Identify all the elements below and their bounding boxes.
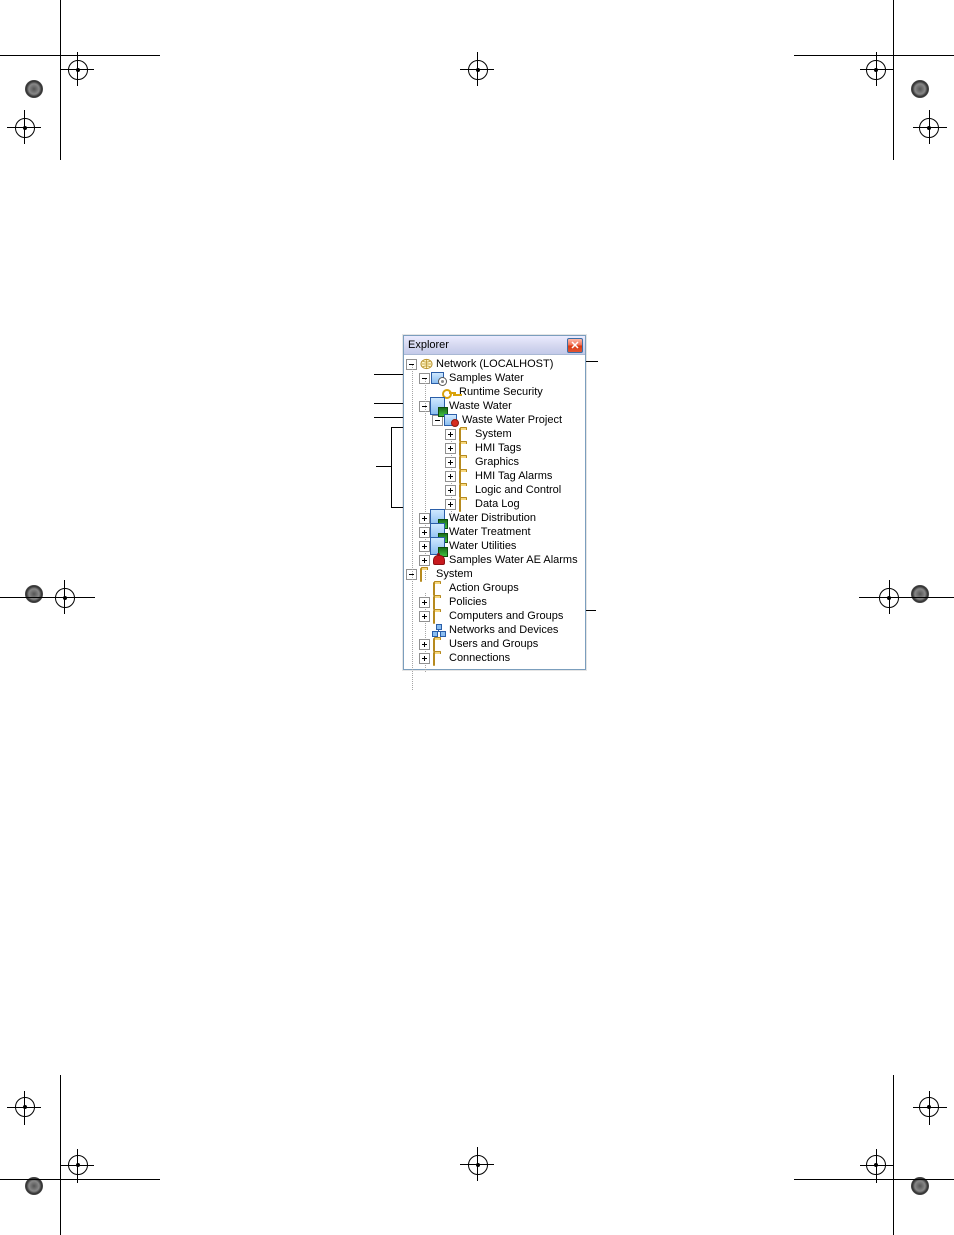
- crop-mark: [844, 560, 954, 640]
- expand-icon[interactable]: [445, 471, 456, 482]
- tree-item-action-groups[interactable]: Action Groups: [406, 581, 585, 595]
- tree-item-label: HMI Tag Alarms: [475, 469, 552, 483]
- tree-item-label: Action Groups: [449, 581, 519, 595]
- tree-item-connections[interactable]: Connections: [406, 651, 585, 665]
- tree-item-label: Water Utilities: [449, 539, 516, 553]
- close-button[interactable]: [567, 338, 583, 353]
- tree-item-wwp-hmi-tag-alarms[interactable]: HMI Tag Alarms: [406, 469, 585, 483]
- tree-item-waste-water-project[interactable]: Waste Water Project: [406, 413, 585, 427]
- folder-icon: [458, 428, 472, 440]
- callout-line: [376, 466, 391, 467]
- folder-open-icon: [419, 568, 433, 580]
- network-device-icon: [432, 624, 446, 636]
- folder-icon: [458, 470, 472, 482]
- folder-icon: [432, 610, 446, 622]
- tree-item-label: Users and Groups: [449, 637, 538, 651]
- tree-item-label: Runtime Security: [459, 385, 543, 399]
- expand-icon[interactable]: [419, 527, 430, 538]
- tree-item-wwp-graphics[interactable]: Graphics: [406, 455, 585, 469]
- tree-item-wwp-logic[interactable]: Logic and Control: [406, 483, 585, 497]
- tree-item-computers-groups[interactable]: Computers and Groups: [406, 609, 585, 623]
- alarm-icon: [432, 554, 446, 566]
- folder-icon: [432, 596, 446, 608]
- tree-item-label: Samples Water: [449, 371, 524, 385]
- tree-item-label: HMI Tags: [475, 441, 521, 455]
- expand-icon[interactable]: [419, 513, 430, 524]
- tree-item-wwp-hmi-tags[interactable]: HMI Tags: [406, 441, 585, 455]
- folder-icon: [432, 638, 446, 650]
- expand-icon[interactable]: [445, 499, 456, 510]
- server-icon: [445, 414, 459, 426]
- tree-item-label: Policies: [449, 595, 487, 609]
- explorer-tree: Network (LOCALHOST) Samples Water Runtim…: [404, 355, 585, 669]
- tree-item-waste-water[interactable]: Waste Water: [406, 399, 585, 413]
- tree-item-label: System: [475, 427, 512, 441]
- expand-icon[interactable]: [445, 457, 456, 468]
- expand-icon[interactable]: [419, 597, 430, 608]
- expand-icon[interactable]: [419, 653, 430, 664]
- folder-icon: [458, 442, 472, 454]
- crop-mark: [794, 0, 954, 160]
- expand-icon[interactable]: [445, 443, 456, 454]
- close-icon: [571, 341, 579, 349]
- tree-item-network[interactable]: Network (LOCALHOST): [406, 357, 585, 371]
- folder-icon: [432, 582, 446, 594]
- tree-item-users-groups[interactable]: Users and Groups: [406, 637, 585, 651]
- expand-icon[interactable]: [445, 429, 456, 440]
- crop-mark: [447, 40, 507, 100]
- expand-icon[interactable]: [419, 639, 430, 650]
- tree-item-label: Water Distribution: [449, 511, 536, 525]
- crop-mark: [447, 1135, 507, 1195]
- crop-mark: [794, 1075, 954, 1235]
- tree-item-system[interactable]: System: [406, 567, 585, 581]
- folder-icon: [432, 652, 446, 664]
- explorer-title: Explorer: [406, 339, 449, 351]
- tree-item-label: Logic and Control: [475, 483, 561, 497]
- tree-item-label: Waste Water: [449, 399, 512, 413]
- tree-item-label: Waste Water Project: [462, 413, 562, 427]
- tree-item-samples-water[interactable]: Samples Water: [406, 371, 585, 385]
- explorer-titlebar: Explorer: [404, 336, 585, 355]
- tree-item-label: Connections: [449, 651, 510, 665]
- tree-item-water-utilities[interactable]: Water Utilities: [406, 539, 585, 553]
- expand-icon[interactable]: [419, 541, 430, 552]
- folder-icon: [458, 498, 472, 510]
- explorer-panel: Explorer Network (LOCALHOST) Samples Wat…: [403, 335, 586, 670]
- tree-item-label: System: [436, 567, 473, 581]
- crop-mark: [0, 1075, 160, 1235]
- tree-item-ae-alarms[interactable]: Samples Water AE Alarms: [406, 553, 585, 567]
- area-icon: [432, 400, 446, 412]
- application-icon: [432, 372, 446, 384]
- expand-icon[interactable]: [445, 485, 456, 496]
- tree-item-label: Data Log: [475, 497, 520, 511]
- tree-item-label: Samples Water AE Alarms: [449, 553, 578, 567]
- tree-item-label: Network (LOCALHOST): [436, 357, 553, 371]
- tree-item-label: Computers and Groups: [449, 609, 563, 623]
- network-icon: [419, 358, 433, 370]
- folder-icon: [458, 456, 472, 468]
- tree-item-label: Water Treatment: [449, 525, 531, 539]
- expand-icon[interactable]: [419, 611, 430, 622]
- tree-item-label: Graphics: [475, 455, 519, 469]
- folder-icon: [458, 484, 472, 496]
- expand-icon[interactable]: [419, 555, 430, 566]
- tree-item-wwp-system[interactable]: System: [406, 427, 585, 441]
- area-icon: [432, 540, 446, 552]
- tree-item-networks-devices[interactable]: Networks and Devices: [406, 623, 585, 637]
- crop-mark: [0, 0, 160, 160]
- tree-item-label: Networks and Devices: [449, 623, 558, 637]
- tree-item-policies[interactable]: Policies: [406, 595, 585, 609]
- crop-mark: [0, 560, 110, 640]
